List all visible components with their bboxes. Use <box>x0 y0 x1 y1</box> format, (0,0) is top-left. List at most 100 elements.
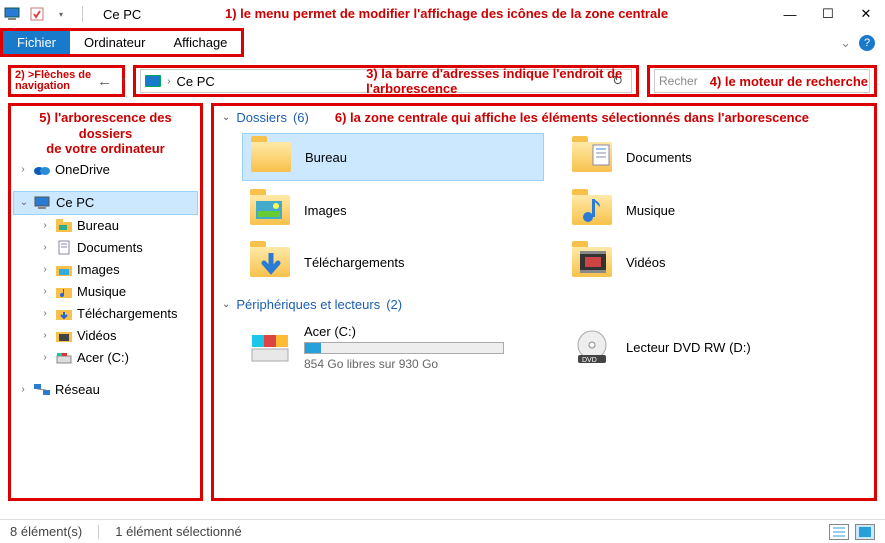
folder-bureau[interactable]: Bureau <box>242 133 544 181</box>
sidebar-item-label: Vidéos <box>77 328 117 343</box>
dvd-icon: DVD <box>570 329 614 367</box>
folder-icon <box>55 218 73 234</box>
sidebar-item-network[interactable]: ›Réseau <box>13 379 198 401</box>
drive-usage-bar <box>304 342 504 354</box>
sidebar-item-label: Images <box>77 262 120 277</box>
annotation-1: 1) le menu permet de modifier l'affichag… <box>225 6 668 21</box>
folder-videos[interactable]: Vidéos <box>564 239 866 285</box>
group-label: Périphériques et lecteurs <box>236 297 380 312</box>
sidebar-item-acer[interactable]: ›Acer (C:) <box>13 347 198 369</box>
sidebar-item-label: Acer (C:) <box>77 350 129 365</box>
sidebar-item-bureau[interactable]: ›Bureau <box>13 215 198 237</box>
chevron-down-icon[interactable]: ⌄ <box>840 35 851 51</box>
sidebar-item-telechargements[interactable]: ›Téléchargements <box>13 303 198 325</box>
sidebar-item-cepc[interactable]: ⌄ Ce PC <box>13 191 198 215</box>
navigation-row: 2) >Flèches de navigation ← ↑ › Ce PC ↻ … <box>0 57 885 103</box>
folder-label: Vidéos <box>626 255 666 270</box>
sidebar-item-label: Téléchargements <box>77 306 177 321</box>
sidebar-item-documents[interactable]: ›Documents <box>13 237 198 259</box>
sidebar-item-label: Musique <box>77 284 126 299</box>
pc-icon <box>145 75 161 87</box>
drive-dvd[interactable]: DVD Lecteur DVD RW (D:) <box>564 320 866 375</box>
annotation-4: 4) le moteur de recherche <box>710 74 868 89</box>
status-bar: 8 élément(s) 1 élément sélectionné <box>0 519 885 543</box>
view-icons-button[interactable] <box>855 524 875 540</box>
folder-telechargements[interactable]: Téléchargements <box>242 239 544 285</box>
minimize-button[interactable]: — <box>771 0 809 28</box>
drive-free-label: 854 Go libres sur 930 Go <box>304 357 504 371</box>
menu-file[interactable]: Fichier <box>3 31 70 54</box>
drive-icon <box>248 329 292 367</box>
status-count: 8 élément(s) <box>10 524 82 539</box>
folder-documents[interactable]: Documents <box>564 133 866 181</box>
group-folders-header[interactable]: ⌄ Dossiers (6) 6) la zone centrale qui a… <box>222 110 866 125</box>
sidebar-item-label: Documents <box>77 240 143 255</box>
sidebar-item-label: Réseau <box>55 382 100 397</box>
up-button[interactable]: ↑ <box>114 73 134 90</box>
collapse-icon[interactable]: ⌄ <box>222 299 230 310</box>
expand-icon[interactable]: › <box>17 164 29 175</box>
sidebar-item-onedrive[interactable]: › OneDrive <box>13 159 198 181</box>
menubar: Fichier Ordinateur Affichage ⌄ ? <box>0 28 885 57</box>
music-icon <box>570 191 614 229</box>
drive-acer[interactable]: Acer (C:) 854 Go libres sur 930 Go <box>242 320 544 375</box>
dropdown-icon[interactable]: ▾ <box>52 5 70 23</box>
videos-icon <box>55 328 73 344</box>
menu-computer[interactable]: Ordinateur <box>70 31 159 54</box>
menubar-highlight: Fichier Ordinateur Affichage <box>0 28 244 57</box>
documents-icon <box>570 138 614 176</box>
pc-icon <box>4 5 22 23</box>
nav-arrows-box: 2) >Flèches de navigation ← ↑ <box>8 65 125 97</box>
drive-icon <box>55 350 73 366</box>
help-icon[interactable]: ? <box>859 35 875 51</box>
folder-label: Images <box>304 203 347 218</box>
network-icon <box>33 382 51 398</box>
documents-icon <box>55 240 73 256</box>
annotation-6: 6) la zone centrale qui affiche les élém… <box>335 110 809 125</box>
sidebar-item-label: Bureau <box>77 218 119 233</box>
sidebar-item-label: Ce PC <box>56 195 94 210</box>
group-devices-header[interactable]: ⌄ Périphériques et lecteurs (2) <box>222 297 866 312</box>
chevron-right-icon[interactable]: › <box>167 76 170 87</box>
sidebar: 5) l'arborescence des dossiers de votre … <box>8 103 203 501</box>
onedrive-icon <box>33 162 51 178</box>
drive-label: Lecteur DVD RW (D:) <box>626 340 751 355</box>
titlebar: ▾ Ce PC 1) le menu permet de modifier l'… <box>0 0 885 28</box>
content-pane: ⌄ Dossiers (6) 6) la zone centrale qui a… <box>211 103 877 501</box>
pc-icon <box>34 195 52 211</box>
annotation-2: 2) >Flèches de navigation <box>15 70 91 92</box>
folder-images[interactable]: Images <box>242 187 544 233</box>
sidebar-item-videos[interactable]: ›Vidéos <box>13 325 198 347</box>
folder-label: Bureau <box>305 150 347 165</box>
search-box-wrap: Recher 4) le moteur de recherche <box>647 65 877 97</box>
annotation-5: 5) l'arborescence des dossiers de votre … <box>13 110 198 157</box>
sidebar-item-images[interactable]: ›Images <box>13 259 198 281</box>
downloads-icon <box>248 243 292 281</box>
folder-label: Téléchargements <box>304 255 404 270</box>
downloads-icon <box>55 306 73 322</box>
group-label: Dossiers <box>236 110 287 125</box>
music-icon <box>55 284 73 300</box>
group-count: (2) <box>386 297 402 312</box>
svg-text:DVD: DVD <box>582 357 597 364</box>
address-location[interactable]: Ce PC <box>176 74 214 89</box>
images-icon <box>248 191 292 229</box>
folder-label: Musique <box>626 203 675 218</box>
maximize-button[interactable]: ☐ <box>809 0 847 28</box>
folder-musique[interactable]: Musique <box>564 187 866 233</box>
close-button[interactable]: ✕ <box>847 0 885 28</box>
sidebar-item-musique[interactable]: ›Musique <box>13 281 198 303</box>
videos-icon <box>570 243 614 281</box>
status-selected: 1 élément sélectionné <box>115 524 241 539</box>
search-placeholder: Recher <box>659 74 698 88</box>
properties-icon[interactable] <box>28 5 46 23</box>
drives-grid: Acer (C:) 854 Go libres sur 930 Go DVD L… <box>222 312 866 375</box>
address-bar-box: › Ce PC ↻ 3) la barre d'adresses indique… <box>133 65 639 97</box>
group-count: (6) <box>293 110 309 125</box>
collapse-icon[interactable]: ⌄ <box>222 112 230 123</box>
view-details-button[interactable] <box>829 524 849 540</box>
folder-icon <box>249 138 293 176</box>
menu-view[interactable]: Affichage <box>159 31 241 54</box>
quick-access-toolbar: ▾ Ce PC <box>4 5 141 23</box>
collapse-icon[interactable]: ⌄ <box>18 197 30 208</box>
